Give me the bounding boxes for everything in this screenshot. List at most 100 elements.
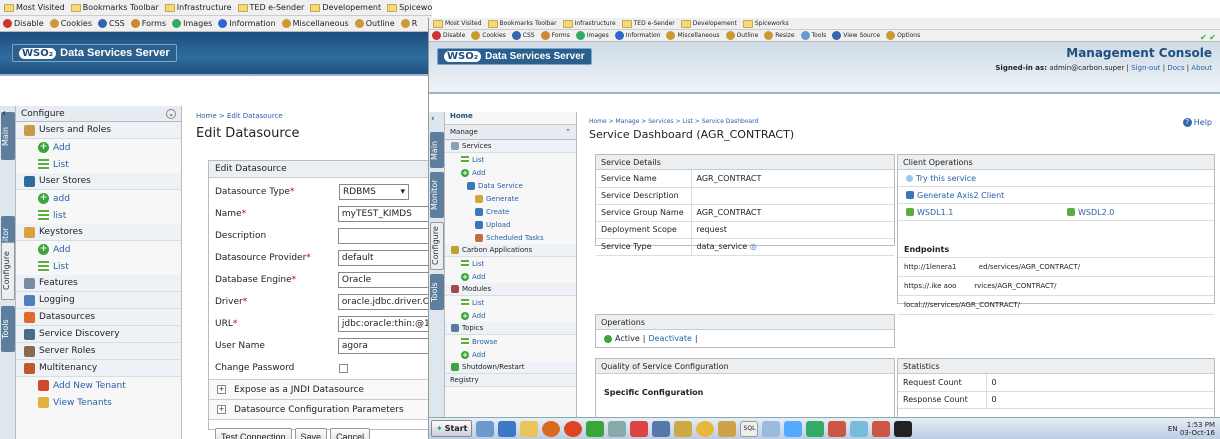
bookmark-item[interactable]: TED e-Sender xyxy=(621,19,675,28)
taskbar-app-icon[interactable] xyxy=(696,420,715,437)
taskbar-firefox-icon[interactable] xyxy=(542,420,561,437)
collapse-icon[interactable]: ⌄ xyxy=(166,108,176,119)
taskbar-app-icon[interactable] xyxy=(498,420,517,437)
sidebar-item[interactable]: Create xyxy=(445,205,576,218)
sidebar-item[interactable]: Carbon Applications xyxy=(445,244,576,257)
taskbar-app-icon[interactable] xyxy=(608,420,627,437)
text-input[interactable]: myTEST_KIMDS xyxy=(337,206,432,222)
toolbar-menu[interactable]: Miscellaneous xyxy=(666,31,720,40)
toolbar-menu[interactable]: Images xyxy=(575,31,609,40)
tab-monitor[interactable]: Monitor xyxy=(430,172,444,218)
taskbar-app-icon[interactable] xyxy=(806,420,825,437)
sidebar-item[interactable]: Multitenancy xyxy=(16,360,181,377)
docs-link[interactable]: Docs xyxy=(1167,64,1184,72)
toolbar-menu[interactable]: Forms xyxy=(540,31,570,40)
toolbar-menu[interactable]: CSS xyxy=(511,31,535,40)
wsdl11-link[interactable]: WSDL1.1 xyxy=(917,208,1067,217)
tab-main[interactable]: Main xyxy=(430,132,444,168)
taskbar-app-icon[interactable] xyxy=(762,420,781,437)
sidebar-item[interactable]: Browse xyxy=(445,335,576,348)
taskbar-app-icon[interactable] xyxy=(586,420,605,437)
tab-tools[interactable]: Tools xyxy=(1,306,15,352)
taskbar-app-icon[interactable] xyxy=(630,420,649,437)
toolbar-menu[interactable]: Outline xyxy=(354,19,395,28)
bookmark-item[interactable]: Most Visited xyxy=(433,19,482,28)
sidebar-item[interactable]: User Stores xyxy=(16,173,181,190)
bookmark-item[interactable]: Spiceworks xyxy=(387,3,432,12)
text-input[interactable] xyxy=(337,228,432,244)
toolbar-menu[interactable]: Outline xyxy=(725,31,758,40)
wso2-logo[interactable]: WSO₂ Data Services Server xyxy=(437,48,592,65)
toolbar-menu[interactable]: Information xyxy=(614,31,660,40)
endpoint-url[interactable]: http://1lenera1 ed/services/AGR_CONTRACT… xyxy=(898,258,1214,277)
sidebar-item[interactable]: Generate xyxy=(445,192,576,205)
breadcrumb[interactable]: Home > Edit Datasource xyxy=(196,112,432,120)
save-button[interactable]: Save xyxy=(294,428,328,439)
toolbar-menu[interactable]: Disable xyxy=(3,19,44,28)
change-password-checkbox[interactable] xyxy=(339,363,348,373)
bookmark-item[interactable]: Developement xyxy=(680,19,737,28)
sidebar-item[interactable]: Add New Tenant xyxy=(16,377,181,394)
sidebar-item[interactable]: Topics xyxy=(445,322,576,335)
text-input[interactable]: agora xyxy=(337,338,432,354)
wso2-logo[interactable]: WSO₂ Data Services Server xyxy=(12,44,177,62)
sidebar-item[interactable]: List xyxy=(16,156,181,173)
taskbar-app-icon[interactable] xyxy=(872,420,891,437)
sidebar-item[interactable]: + Add xyxy=(445,166,576,179)
sidebar-item[interactable]: List xyxy=(445,296,576,309)
deactivate-link[interactable]: Deactivate xyxy=(648,334,691,343)
collapse-sidebar-icon[interactable]: ‹ xyxy=(2,108,6,119)
sidebar-item[interactable]: + Add xyxy=(445,348,576,361)
wsdl20-link[interactable]: WSDL2.0 xyxy=(1078,208,1114,217)
collapse-icon[interactable]: ⌃ xyxy=(565,128,571,136)
expander-row[interactable]: + Expose as a JNDI Datasource xyxy=(209,379,432,399)
bookmark-item[interactable]: Infrastructure xyxy=(164,3,232,12)
sidebar-item[interactable]: + add xyxy=(16,190,181,207)
toolbar-menu[interactable]: CSS xyxy=(98,19,125,28)
sidebar-item[interactable]: Data Service xyxy=(445,179,576,192)
sidebar-home[interactable]: Home xyxy=(445,112,576,125)
help-link[interactable]: ? Help xyxy=(1182,118,1212,127)
sidebar-item[interactable]: Modules xyxy=(445,283,576,296)
sidebar-item[interactable]: list xyxy=(16,207,181,224)
taskbar-opera-icon[interactable] xyxy=(564,420,583,437)
sidebar-item[interactable]: Server Roles xyxy=(16,343,181,360)
toolbar-menu[interactable]: Options xyxy=(886,31,920,40)
tab-tools[interactable]: Tools xyxy=(430,274,444,310)
endpoint-url[interactable]: https://.ike aoo rvices/AGR_CONTRACT/ xyxy=(898,277,1214,296)
tab-configure[interactable]: Configure xyxy=(430,222,444,270)
sidebar-item[interactable]: Keystores xyxy=(16,224,181,241)
taskbar-folder-icon[interactable] xyxy=(520,420,539,437)
text-input[interactable]: oracle.jdbc.driver.Or xyxy=(337,294,432,310)
toolbar-menu[interactable]: Resize xyxy=(764,31,795,40)
sidebar-item[interactable]: Users and Roles xyxy=(16,122,181,139)
about-link[interactable]: About xyxy=(1191,64,1212,72)
toolbar-menu[interactable]: Miscellaneous xyxy=(281,19,349,28)
sidebar-header[interactable]: Manage ⌃ xyxy=(445,125,576,140)
sidebar-item[interactable]: Shutdown/Restart xyxy=(445,361,576,374)
cancel-button[interactable]: Cancel xyxy=(330,428,371,439)
toolbar-menu[interactable]: Cookies xyxy=(471,31,506,40)
taskbar-app-icon[interactable] xyxy=(850,420,869,437)
sidebar-item[interactable]: List xyxy=(16,258,181,275)
bookmark-item[interactable]: Infrastructure xyxy=(562,19,616,28)
bookmark-item[interactable]: Spiceworks xyxy=(742,19,789,28)
tab-main[interactable]: Main xyxy=(1,112,15,160)
sidebar-item[interactable]: View Tenants xyxy=(16,394,181,411)
expander-row[interactable]: + Datasource Configuration Parameters xyxy=(209,399,432,419)
toolbar-menu[interactable]: Cookies xyxy=(49,19,92,28)
system-tray[interactable]: EN 1:53 PM 03-Oct-16 xyxy=(1168,421,1215,437)
text-input[interactable]: default xyxy=(337,250,432,266)
sidebar-item[interactable]: + Add xyxy=(445,270,576,283)
sidebar-item[interactable]: + Add xyxy=(445,309,576,322)
taskbar-app-icon[interactable] xyxy=(476,420,495,437)
taskbar-app-icon[interactable] xyxy=(718,420,737,437)
bookmark-item[interactable]: Bookmarks Toolbar xyxy=(487,19,557,28)
text-input[interactable]: Oracle xyxy=(337,272,432,288)
toolbar-menu[interactable]: Disable xyxy=(432,31,465,40)
sidebar-item[interactable]: + Add xyxy=(16,241,181,258)
taskbar-app-icon[interactable] xyxy=(784,420,803,437)
bookmark-item[interactable]: Bookmarks Toolbar xyxy=(70,3,159,12)
endpoint-url[interactable]: local:///services/AGR_CONTRACT/ xyxy=(898,296,1214,315)
taskbar-sql-icon[interactable]: SQL xyxy=(740,420,759,437)
